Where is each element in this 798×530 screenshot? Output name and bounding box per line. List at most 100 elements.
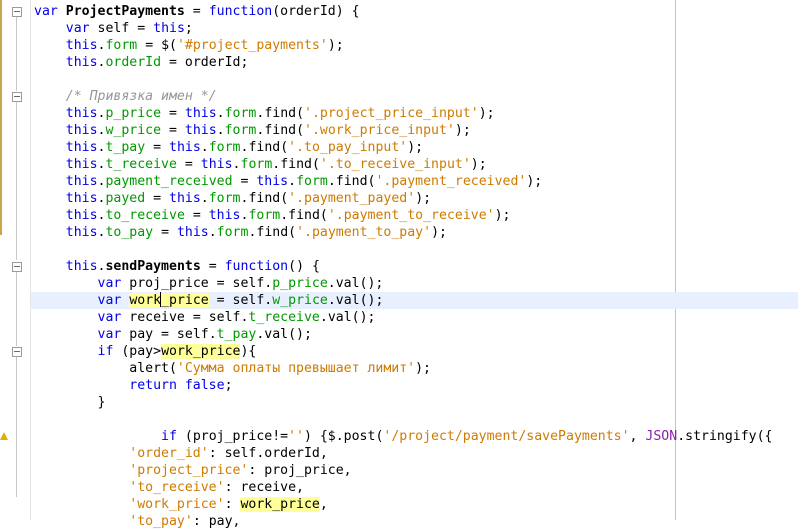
keyword-token: this xyxy=(200,157,233,172)
code-line[interactable]: this.p_price = this.form.find('.project_… xyxy=(34,105,772,122)
code-line[interactable]: alert('Сумма оплаты превышает лимит'); xyxy=(34,360,772,377)
occurrence-highlight: work_price xyxy=(161,344,241,359)
code-line[interactable]: this.to_pay = this.form.find('.payment_t… xyxy=(34,224,772,241)
property-token: w_price xyxy=(105,123,162,138)
code-line[interactable]: /* Привязка имен */ xyxy=(34,88,772,105)
code-line[interactable] xyxy=(34,411,772,428)
code-token: (pay> xyxy=(113,344,162,359)
string-token: '' xyxy=(288,429,304,444)
code-token: ); xyxy=(470,157,487,172)
code-line[interactable]: var ProjectPayments = function(orderId) … xyxy=(34,3,772,20)
code-line[interactable]: this.to_receive = this.form.find('.payme… xyxy=(34,207,772,224)
editor-gutter xyxy=(0,0,31,520)
code-line[interactable]: var work_price = self.w_price.val(); xyxy=(34,292,772,309)
code-token: .find( xyxy=(272,157,320,172)
keyword-token: this xyxy=(176,225,209,240)
code-token: ); xyxy=(415,361,431,376)
code-token: receive = self. xyxy=(121,310,249,325)
code-token: self = xyxy=(89,21,154,36)
code-token: ; xyxy=(224,378,233,393)
fold-toggle-icon[interactable] xyxy=(12,92,22,102)
function-name-token: ProjectPayments xyxy=(65,4,185,19)
property-token: form xyxy=(105,38,138,53)
code-line[interactable]: this.sendPayments = function() { xyxy=(34,258,772,275)
code-token: = xyxy=(200,259,225,274)
keyword-token: this xyxy=(65,55,98,70)
property-token: to_pay xyxy=(105,225,154,240)
code-line[interactable]: 'order_id': self.orderId, xyxy=(34,445,772,462)
fold-toggle-icon[interactable] xyxy=(12,347,22,357)
keyword-token: this xyxy=(65,123,98,138)
code-token: .find( xyxy=(327,174,376,189)
code-line[interactable]: if (pay>work_price){ xyxy=(34,343,772,360)
comment-token: /* Привязка имен */ xyxy=(65,89,217,104)
fold-guide xyxy=(16,17,17,91)
code-line[interactable] xyxy=(34,71,772,88)
keyword-token: this xyxy=(65,106,98,121)
code-line[interactable]: var proj_price = self.p_price.val(); xyxy=(34,275,772,292)
property-token: form xyxy=(224,123,257,138)
global-object-token: JSON xyxy=(645,429,678,444)
keyword-token: this xyxy=(169,140,201,155)
keyword-token: function xyxy=(208,4,273,19)
code-token: .find( xyxy=(248,225,297,240)
code-token: .val(); xyxy=(327,293,384,308)
warning-icon[interactable] xyxy=(0,432,8,440)
keyword-token: if xyxy=(161,429,177,444)
code-line[interactable]: var self = this; xyxy=(34,20,772,37)
code-token: = orderId; xyxy=(161,55,249,70)
fold-toggle-icon[interactable] xyxy=(12,262,22,272)
property-token: payed xyxy=(105,191,146,206)
code-editor[interactable]: var ProjectPayments = function(orderId) … xyxy=(34,3,772,530)
code-line[interactable]: 'to_receive': receive, xyxy=(34,479,772,496)
keyword-token: this xyxy=(153,21,185,36)
code-line[interactable]: this.orderId = orderId; xyxy=(34,54,772,71)
code-line[interactable]: } xyxy=(34,394,772,411)
code-line[interactable]: return false; xyxy=(34,377,772,394)
code-line[interactable]: var pay = self.t_pay.val(); xyxy=(34,326,772,343)
code-token: . xyxy=(288,174,297,189)
code-line[interactable]: 'project_price': proj_price, xyxy=(34,462,772,479)
string-token: '.payment_received' xyxy=(375,174,527,189)
property-token: form xyxy=(240,157,273,172)
code-token: ){ xyxy=(240,344,257,359)
property-token: form xyxy=(224,106,257,121)
keyword-token: this xyxy=(184,123,217,138)
code-token: .find( xyxy=(256,106,305,121)
keyword-token: var xyxy=(65,21,90,36)
code-line[interactable]: this.payed = this.form.find('.payment_pa… xyxy=(34,190,772,207)
code-line[interactable]: this.w_price = this.form.find('.work_pri… xyxy=(34,122,772,139)
code-token: = xyxy=(153,225,177,240)
keyword-token: this xyxy=(65,225,98,240)
code-line[interactable] xyxy=(34,241,772,258)
code-line[interactable]: this.t_receive = this.form.find('.to_rec… xyxy=(34,156,772,173)
code-line[interactable]: 'to_pay': pay, xyxy=(34,513,772,530)
keyword-token: if xyxy=(97,344,114,359)
code-line[interactable]: this.t_pay = this.form.find('.to_pay_inp… xyxy=(34,139,772,156)
string-token: '/project/payment/savePayments' xyxy=(383,429,630,444)
code-line[interactable]: this.form = $('#project_payments'); xyxy=(34,37,772,54)
code-token: ); xyxy=(407,140,424,155)
string-token: 'project_price' xyxy=(129,463,249,478)
code-line[interactable]: this.payment_received = this.form.find('… xyxy=(34,173,772,190)
code-line[interactable]: 'work_price': work_price, xyxy=(34,496,772,513)
string-token: '.payment_to_receive' xyxy=(327,208,495,223)
fold-toggle-icon[interactable] xyxy=(12,7,22,17)
code-token: (proj_price!= xyxy=(176,429,289,444)
code-token: ); xyxy=(494,208,511,223)
code-token: . xyxy=(200,191,209,206)
code-line[interactable]: if (proj_price!='') {$.post('/project/pa… xyxy=(34,428,772,445)
keyword-token: this xyxy=(256,174,289,189)
function-name-token: sendPayments xyxy=(105,259,201,274)
code-token: alert( xyxy=(34,361,177,376)
code-line[interactable]: var receive = self.t_receive.val(); xyxy=(34,309,772,326)
code-token: = xyxy=(176,157,201,172)
code-token: proj_price = self. xyxy=(121,276,273,291)
